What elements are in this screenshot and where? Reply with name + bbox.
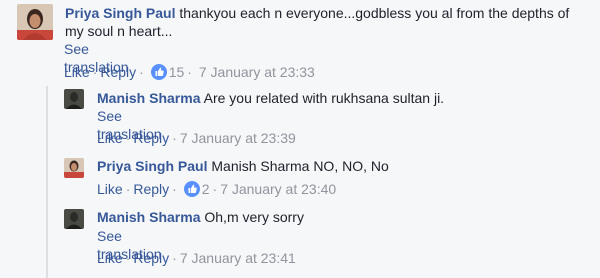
like-count[interactable]: 2 [202, 181, 210, 197]
reply-link[interactable]: Reply [100, 64, 136, 80]
comment-text: NO, NO, No [313, 158, 389, 174]
comment-timestamp[interactable]: 7 January at 23:40 [220, 181, 336, 197]
avatar[interactable] [64, 209, 84, 229]
comment-author[interactable]: Manish Sharma [97, 209, 200, 225]
like-link[interactable]: Like [97, 130, 123, 146]
reply-link[interactable]: Reply [133, 181, 169, 197]
comment-timestamp[interactable]: 7 January at 23:33 [199, 64, 315, 80]
like-count[interactable]: 15 [169, 64, 185, 80]
reply-link[interactable]: Reply [133, 250, 169, 266]
thumbs-up-icon[interactable] [150, 64, 167, 80]
comment-author[interactable]: Priya Singh Paul [65, 5, 175, 21]
comment-timestamp[interactable]: 7 January at 23:41 [180, 250, 296, 266]
avatar[interactable] [64, 89, 84, 109]
like-link[interactable]: Like [97, 181, 123, 197]
reply-thread-line [46, 86, 48, 278]
thumbs-up-icon[interactable] [183, 181, 200, 197]
like-link[interactable]: Like [64, 64, 90, 80]
comment-author[interactable]: Manish Sharma [97, 90, 200, 106]
avatar[interactable] [17, 4, 53, 40]
avatar[interactable] [64, 158, 84, 178]
comment-text: Are you related with rukhsana sultan ji. [203, 90, 445, 106]
reply-link[interactable]: Reply [133, 130, 169, 146]
comment-author[interactable]: Priya Singh Paul [97, 158, 207, 174]
comment-text: Oh,m very sorry [204, 209, 304, 225]
comment-timestamp[interactable]: 7 January at 23:39 [180, 130, 296, 146]
like-link[interactable]: Like [97, 250, 123, 266]
tagged-user[interactable]: Manish Sharma [211, 158, 309, 174]
